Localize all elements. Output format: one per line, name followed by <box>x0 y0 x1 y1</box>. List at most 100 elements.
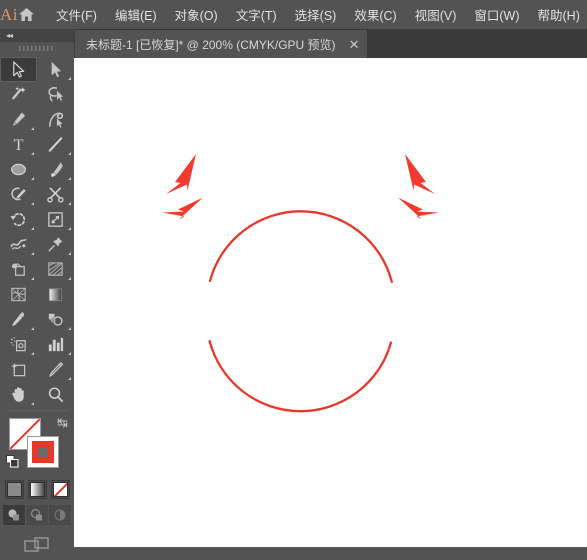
stroke-swatch-color <box>32 441 54 463</box>
flyout-indicator-icon <box>31 402 34 405</box>
curvature-tool[interactable] <box>37 107 74 132</box>
arrow-cursor-icon <box>9 60 28 79</box>
draw-inside-button[interactable] <box>49 505 72 525</box>
illustrator-window: Ai 文件(F) 编辑(E) 对象(O) 文字(T) 选择(S) 效果(C) 视… <box>0 0 587 547</box>
scissors-tool[interactable] <box>37 182 74 207</box>
ellipse-tool[interactable] <box>0 157 37 182</box>
document-tab-title: 未标题-1 [已恢复]* @ 200% (CMYK/GPU 预览) <box>86 36 336 53</box>
menu-select[interactable]: 选择(S) <box>286 2 346 27</box>
scissors-icon <box>46 185 65 204</box>
home-button[interactable] <box>18 7 35 22</box>
flyout-indicator-icon <box>31 127 34 130</box>
close-icon[interactable]: ✕ <box>349 38 360 51</box>
menu-type[interactable]: 文字(T) <box>227 2 286 27</box>
pen-tool[interactable] <box>0 107 37 132</box>
menu-object[interactable]: 对象(O) <box>166 2 227 27</box>
color-swatch-icon <box>7 482 22 497</box>
mesh-tool[interactable] <box>0 282 37 307</box>
ai-logo: Ai <box>0 5 18 25</box>
scale-tool[interactable] <box>37 207 74 232</box>
swap-fill-stroke-icon[interactable]: ↹ <box>57 415 68 431</box>
fill-stroke-controls: ↹ <box>0 415 74 477</box>
none-swatch-icon <box>53 482 68 497</box>
menu-edit[interactable]: 编辑(E) <box>106 2 166 27</box>
circle-arc-bottom <box>210 341 391 411</box>
draw-behind-icon <box>30 508 44 522</box>
blend-tool[interactable] <box>37 307 74 332</box>
pen-icon <box>9 110 28 129</box>
type-tool[interactable]: T <box>0 132 37 157</box>
artboard-tool[interactable] <box>0 357 37 382</box>
magnifier-icon <box>46 385 65 404</box>
shaper-tool[interactable] <box>0 182 37 207</box>
free-transform-tool[interactable] <box>37 232 74 257</box>
none-mode-button[interactable] <box>51 480 70 499</box>
line-segment-tool[interactable] <box>37 132 74 157</box>
menu-view[interactable]: 视图(V) <box>406 2 466 27</box>
shape-builder-tool[interactable] <box>0 257 37 282</box>
rotate-tool[interactable] <box>0 207 37 232</box>
flyout-indicator-icon <box>31 352 34 355</box>
tools-panel-header[interactable]: ◂◂ <box>0 29 74 42</box>
flyout-indicator-icon <box>68 277 71 280</box>
pushpin-icon <box>46 235 65 254</box>
arrow-upper-left <box>166 154 196 194</box>
magic-wand-tool[interactable] <box>0 82 37 107</box>
document-tab-bar: 未标题-1 [已恢复]* @ 200% (CMYK/GPU 预览) ✕ <box>74 29 587 58</box>
gradient-mode-button[interactable] <box>28 480 47 499</box>
draw-behind-button[interactable] <box>26 505 49 525</box>
menu-bar: Ai 文件(F) 编辑(E) 对象(O) 文字(T) 选择(S) 效果(C) 视… <box>0 0 587 29</box>
tools-panel-grip[interactable] <box>0 42 74 55</box>
color-mode-button[interactable] <box>5 480 24 499</box>
flyout-indicator-icon <box>68 177 71 180</box>
lasso-tool[interactable] <box>37 82 74 107</box>
hand-tool[interactable] <box>0 382 37 407</box>
width-warp-icon <box>9 235 28 254</box>
document-tab[interactable]: 未标题-1 [已恢复]* @ 200% (CMYK/GPU 预览) ✕ <box>74 30 368 58</box>
zoom-tool[interactable] <box>37 382 74 407</box>
screen-mode-area <box>0 535 74 560</box>
flyout-indicator-icon <box>31 227 34 230</box>
circle-with-arrows-artwork <box>74 58 587 547</box>
draw-normal-button[interactable] <box>3 505 26 525</box>
grip-dots-icon <box>17 45 57 52</box>
eyedropper-tool[interactable] <box>0 307 37 332</box>
tool-grid: T <box>0 55 74 407</box>
change-screen-mode-button[interactable] <box>24 535 50 560</box>
lasso-icon <box>46 85 65 104</box>
default-swatch-icon <box>6 455 19 468</box>
mesh-icon <box>9 285 28 304</box>
paintbrush-tool[interactable] <box>37 157 74 182</box>
stroke-swatch[interactable] <box>27 436 59 468</box>
draw-normal-icon <box>7 508 21 522</box>
menu-help[interactable]: 帮助(H) <box>529 2 587 27</box>
hand-icon <box>9 385 28 404</box>
artboard-canvas[interactable] <box>74 58 587 547</box>
flyout-indicator-icon <box>68 352 71 355</box>
rotate-icon <box>9 210 28 229</box>
slice-tool[interactable] <box>37 357 74 382</box>
width-tool[interactable] <box>0 232 37 257</box>
flyout-indicator-icon <box>68 77 71 80</box>
direct-selection-tool[interactable] <box>37 57 74 82</box>
arrow-lower-right <box>398 198 439 220</box>
column-graph-tool[interactable] <box>37 332 74 357</box>
tools-divider <box>6 410 68 411</box>
eyedropper-icon <box>9 310 28 329</box>
menu-effect[interactable]: 效果(C) <box>345 2 405 27</box>
symbol-sprayer-tool[interactable] <box>0 332 37 357</box>
curvature-icon <box>46 110 65 129</box>
flyout-indicator-icon <box>68 377 71 380</box>
type-t-icon: T <box>9 135 28 154</box>
flyout-indicator-icon <box>31 152 34 155</box>
default-fill-stroke-icon[interactable] <box>6 455 19 468</box>
flyout-indicator-icon <box>31 277 34 280</box>
collapse-panel-icon[interactable]: ◂◂ <box>6 32 12 40</box>
gradient-tool[interactable] <box>37 282 74 307</box>
menu-window[interactable]: 窗口(W) <box>465 2 528 27</box>
selection-tool[interactable] <box>0 57 37 82</box>
menu-file[interactable]: 文件(F) <box>47 2 106 27</box>
perspective-grid-tool[interactable] <box>37 257 74 282</box>
draw-inside-icon <box>53 508 67 522</box>
arrow-lower-left <box>162 198 203 220</box>
